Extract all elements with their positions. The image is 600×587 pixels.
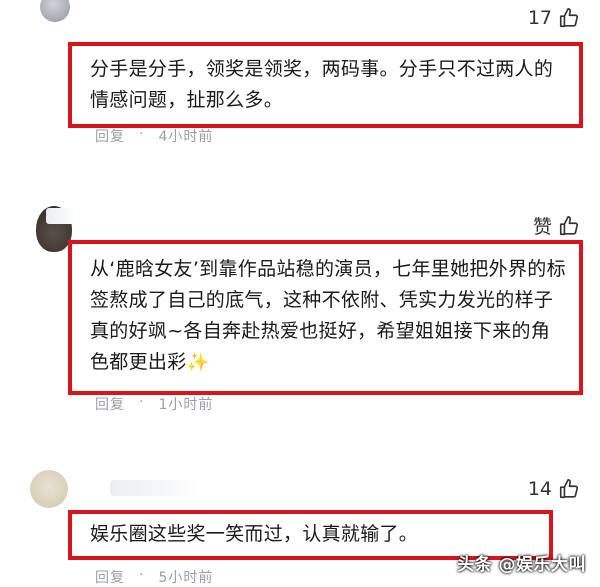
comment-text: 娱乐圈这些奖一笑而过，认真就输了。: [90, 523, 419, 545]
reply-link[interactable]: 回复: [95, 394, 125, 414]
sparkles-icon: ✨: [186, 352, 210, 373]
like-count: 17: [527, 7, 552, 29]
watermark: 头条 @娱乐大叫: [457, 555, 586, 575]
meta-separator: ·: [139, 126, 145, 142]
comment-text: 从‘鹿晗女友’到靠作品站稳的演员，七年里她把外界的标签熬成了自己的底气，这种不依…: [90, 258, 566, 373]
comment-time: 1小时前: [158, 397, 214, 413]
like-button[interactable]: 17: [528, 7, 580, 29]
like-count: 赞: [532, 216, 552, 238]
comment-meta: 回复 · 1小时前: [95, 394, 213, 414]
avatar[interactable]: [30, 470, 68, 508]
comment-text: 分手是分手，领奖是领奖，两码事。分手只不过两人的情感问题，扯那么多。: [90, 58, 554, 111]
reply-link[interactable]: 回复: [95, 567, 125, 587]
comment-body-highlight: 分手是分手，领奖是领奖，两码事。分手只不过两人的情感问题，扯那么多。: [68, 42, 583, 128]
like-count: 14: [527, 478, 552, 500]
meta-separator: ·: [139, 394, 145, 410]
username-blurred: [46, 208, 76, 224]
reply-link[interactable]: 回复: [95, 126, 125, 146]
thumbs-up-icon: [559, 215, 579, 235]
avatar[interactable]: [40, 0, 70, 22]
comment-meta: 回复 · 4小时前: [95, 126, 213, 146]
thumbs-up-icon: [559, 8, 579, 28]
comment-time: 4小时前: [158, 129, 214, 145]
comment-body-highlight: 从‘鹿晗女友’到靠作品站稳的演员，七年里她把外界的标签熬成了自己的底气，这种不依…: [68, 240, 583, 395]
like-button[interactable]: 14: [528, 478, 580, 500]
meta-separator: ·: [139, 567, 145, 583]
like-button[interactable]: 赞: [533, 212, 580, 239]
username-blurred: [110, 480, 200, 496]
comment-meta: 回复 · 5小时前: [95, 567, 213, 587]
comment-time: 5小时前: [158, 570, 214, 586]
thumbs-up-icon: [559, 479, 579, 499]
